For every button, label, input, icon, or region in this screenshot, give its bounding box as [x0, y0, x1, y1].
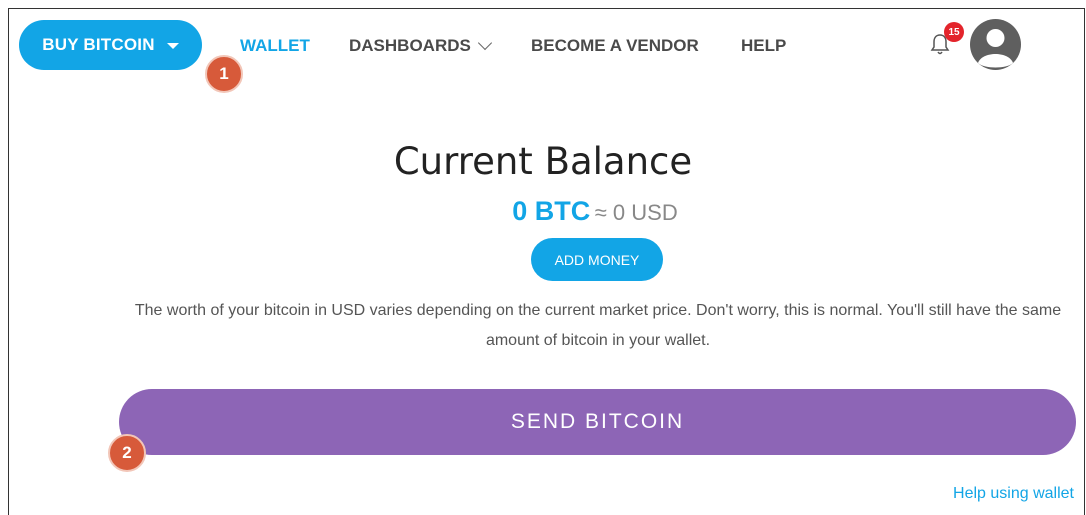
add-money-button[interactable]: ADD MONEY	[531, 238, 663, 281]
nav-wallet[interactable]: WALLET	[240, 36, 310, 56]
step-marker-1: 1	[205, 55, 243, 93]
price-variation-note: The worth of your bitcoin in USD varies …	[134, 302, 1062, 349]
btc-balance: 0 BTC	[512, 196, 591, 226]
nav-dashboards[interactable]: DASHBOARDS	[349, 35, 492, 56]
caret-down-icon	[166, 43, 179, 49]
usd-balance: ≈ 0 USD	[594, 200, 678, 225]
send-bitcoin-button[interactable]: SEND BITCOIN	[119, 389, 1076, 455]
notification-badge: 15	[944, 22, 964, 42]
help-using-wallet-link[interactable]: Help using wallet	[953, 485, 1074, 503]
buy-bitcoin-button[interactable]: BUY BITCOIN	[19, 20, 202, 70]
buy-bitcoin-label: BUY BITCOIN	[42, 35, 155, 54]
step-marker-2: 2	[108, 434, 146, 472]
avatar-icon[interactable]	[970, 19, 1021, 70]
nav-become-vendor[interactable]: BECOME A VENDOR	[531, 36, 699, 56]
page-title: Current Balance	[393, 140, 693, 183]
nav-dashboards-label: DASHBOARDS	[349, 36, 471, 55]
nav-help[interactable]: HELP	[741, 36, 786, 56]
chevron-down-icon	[477, 35, 492, 51]
balance-line: 0 BTC ≈ 0 USD	[0, 196, 1086, 227]
